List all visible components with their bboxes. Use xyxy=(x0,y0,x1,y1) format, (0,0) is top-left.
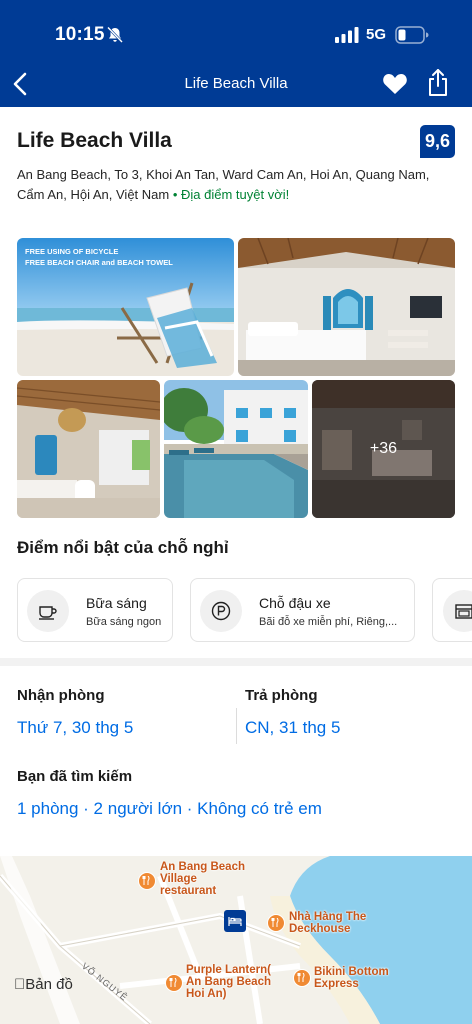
poi-line: Hoi An) xyxy=(186,988,227,1000)
highlight-title: Chỗ đậu xe xyxy=(259,595,331,611)
highlight-card-breakfast[interactable]: Bữa sáng Bữa sáng ngon xyxy=(17,578,173,642)
location-rating: • Địa điểm tuyệt vời! xyxy=(172,187,290,202)
restaurant-pin-icon[interactable] xyxy=(293,969,311,987)
checkout-label: Trả phòng xyxy=(245,687,318,704)
restaurant-pin-icon[interactable] xyxy=(267,914,285,932)
poi-line: An Bang Beach xyxy=(186,976,271,988)
heart-icon[interactable] xyxy=(382,72,408,96)
more-photos-count: +36 xyxy=(369,440,398,457)
bell-muted-icon xyxy=(107,26,123,43)
app-header: 10:15 5G Life Beach Villa xyxy=(0,0,472,107)
checkin-label: Nhận phòng xyxy=(17,687,105,704)
search-summary-label: Bạn đã tìm kiếm xyxy=(17,768,133,785)
poi-line: Nhà Hàng The xyxy=(289,911,367,923)
promo-line-1: FREE USING OF BICYCLE xyxy=(25,247,119,256)
kitchen-icon xyxy=(455,604,472,619)
highlight-subtitle: Bữa sáng ngon xyxy=(86,616,162,628)
poi-bikini-bottom[interactable]: Bikini Bottom Express xyxy=(314,966,389,990)
icon-circle xyxy=(27,590,69,632)
promo-text: FREE USING OF BICYCLE FREE BEACH CHAIR a… xyxy=(25,246,173,268)
highlights-title: Điểm nổi bật của chỗ nghỉ xyxy=(17,538,229,557)
icon-circle xyxy=(443,590,472,632)
parking-icon xyxy=(211,601,231,621)
poi-line: Village xyxy=(160,873,197,885)
photo-room-more[interactable]: +36 xyxy=(312,380,455,518)
pool-image xyxy=(164,380,308,518)
signal-icon xyxy=(335,27,359,43)
search-summary-value[interactable]: 1 phòng · 2 người lớn · Không có trẻ em xyxy=(17,799,322,819)
nav-bar: Life Beach Villa xyxy=(0,66,472,102)
photo-pool[interactable] xyxy=(164,380,308,518)
highlight-card-partial[interactable] xyxy=(432,578,472,642)
highlight-subtitle: Bãi đỗ xe miễn phí, Riêng,... xyxy=(259,616,398,628)
maps-label: Bản đồ xyxy=(14,976,73,993)
poi-deckhouse[interactable]: Nhà Hàng The Deckhouse xyxy=(289,911,366,935)
poi-line: Bikini Bottom xyxy=(314,966,389,978)
status-bar: 10:15 5G xyxy=(0,22,472,48)
hotel-bed-pin-icon[interactable] xyxy=(224,910,246,932)
highlight-card-parking[interactable]: Chỗ đậu xe Bãi đỗ xe miễn phí, Riêng,... xyxy=(190,578,415,642)
bedroom-image xyxy=(238,238,455,376)
promo-line-2: FREE BEACH CHAIR and BEACH TOWEL xyxy=(25,258,173,267)
battery-icon xyxy=(395,26,429,44)
poi-line: Purple Lantern( xyxy=(186,964,271,976)
bathroom-image xyxy=(17,380,160,518)
location-map[interactable]: An Bang Beach Village restaurant Nhà Hàn… xyxy=(0,856,472,1024)
apple-logo-icon:  xyxy=(14,976,25,993)
restaurant-pin-icon[interactable] xyxy=(138,872,156,890)
photo-bathroom[interactable] xyxy=(17,380,160,518)
date-divider xyxy=(236,708,237,744)
coffee-cup-icon xyxy=(39,606,57,620)
status-time: 10:15 xyxy=(55,24,105,45)
photo-bedroom[interactable] xyxy=(238,238,455,376)
restaurant-pin-icon[interactable] xyxy=(165,974,183,992)
property-name: Life Beach Villa xyxy=(17,129,172,152)
network-type: 5G xyxy=(366,26,387,43)
poi-line: Deckhouse xyxy=(289,923,351,935)
checkin-date[interactable]: Thứ 7, 30 thg 5 xyxy=(17,718,133,738)
poi-line: restaurant xyxy=(160,885,217,897)
icon-circle xyxy=(200,590,242,632)
photo-beach-chair[interactable]: FREE USING OF BICYCLE FREE BEACH CHAIR a… xyxy=(17,238,234,376)
highlight-title: Bữa sáng xyxy=(86,595,147,611)
apple-maps-attribution: Bản đồ xyxy=(14,976,73,993)
property-address: An Bang Beach, To 3, Khoi An Tan, Ward C… xyxy=(17,165,457,205)
review-score-badge[interactable]: 9,6 xyxy=(420,125,455,158)
poi-an-bang-restaurant[interactable]: An Bang Beach Village restaurant xyxy=(160,861,245,897)
share-icon[interactable] xyxy=(426,68,450,98)
poi-line: An Bang Beach xyxy=(160,861,245,873)
poi-line: Express xyxy=(314,978,359,990)
section-divider xyxy=(0,658,472,666)
checkout-date[interactable]: CN, 31 thg 5 xyxy=(245,718,340,738)
poi-purple-lantern[interactable]: Purple Lantern( An Bang Beach Hoi An) xyxy=(186,964,271,1000)
